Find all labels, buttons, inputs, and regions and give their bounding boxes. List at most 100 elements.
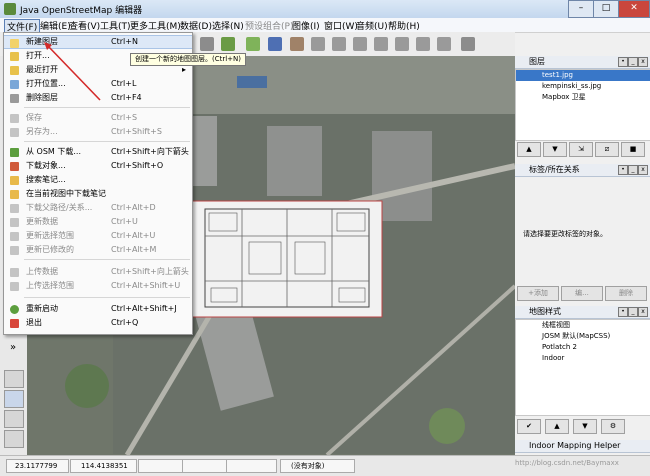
mapstyle-button-row: ✔ ▲ ▼ ⚙ xyxy=(517,419,648,434)
fuel-icon[interactable] xyxy=(311,37,325,51)
panel-collapse-icon[interactable]: _ xyxy=(628,165,638,175)
delete-layer-icon[interactable]: ■ xyxy=(621,142,645,157)
menu-item-label: 另存为... xyxy=(26,127,58,136)
menu-data[interactable]: 数据(D) xyxy=(178,19,214,32)
show-icon[interactable]: ⧄ xyxy=(595,142,619,157)
hospital-icon[interactable] xyxy=(395,37,409,51)
window-title: Java OpenStreetMap 编辑器 xyxy=(20,6,143,16)
menu-selection[interactable]: 选择(N) xyxy=(210,19,246,32)
refresh-icon[interactable] xyxy=(221,37,235,51)
menu-item-shortcut: Ctrl+Alt+Shift+U xyxy=(111,281,181,290)
menu-item-delete-layer[interactable]: 删除图层 Ctrl+F4 xyxy=(4,91,192,105)
style-row[interactable]: Indoor xyxy=(516,353,650,364)
tree-icon[interactable] xyxy=(437,37,451,51)
merge-icon[interactable]: ⇲ xyxy=(569,142,593,157)
menu-view[interactable]: 查看(V) xyxy=(67,19,102,32)
split-way-icon[interactable] xyxy=(200,37,214,51)
pencil-tool-icon[interactable] xyxy=(4,410,24,428)
mapstyle-panel-header[interactable]: 地图样式 • _ x xyxy=(515,306,650,319)
menu-item-open-location[interactable]: 打开位置... Ctrl+L xyxy=(4,77,192,91)
select-tool-icon[interactable] xyxy=(4,430,24,448)
close-button[interactable]: ✕ xyxy=(618,0,650,18)
layers-panel-header[interactable]: 图层 • _ x xyxy=(515,56,650,69)
add-tag-button[interactable]: +添加 xyxy=(517,286,559,301)
maximize-button[interactable]: □ xyxy=(593,0,619,18)
panel-settings-icon[interactable]: • xyxy=(618,57,628,67)
open-location-icon xyxy=(10,80,19,89)
panel-settings-icon[interactable]: • xyxy=(618,307,628,317)
style-row[interactable]: Potlatch 2 xyxy=(516,342,650,353)
delete-tag-label: 删除 xyxy=(619,289,633,297)
panel-close-icon[interactable]: x xyxy=(638,307,648,317)
menu-item-download-parent[interactable]: 下载父路径/关系... Ctrl+Alt+D xyxy=(4,201,192,215)
menu-item-update-selection[interactable]: 更新选择范围 Ctrl+Alt+U xyxy=(4,229,192,243)
layer-row[interactable]: kempinski_ss.jpg xyxy=(516,81,650,92)
style-name: Indoor xyxy=(542,354,565,362)
move-up-icon[interactable]: ▲ xyxy=(545,419,569,434)
factory-icon[interactable] xyxy=(461,37,475,51)
menu-item-update-modified[interactable]: 更新已修改的 Ctrl+Alt+M xyxy=(4,243,192,257)
move-up-icon[interactable]: ▲ xyxy=(517,142,541,157)
menu-item-label: 更新已修改的 xyxy=(26,245,74,254)
menu-audio[interactable]: 音频(U) xyxy=(354,19,390,32)
shop-icon[interactable] xyxy=(332,37,346,51)
menu-item-update-data[interactable]: 更新数据 Ctrl+U xyxy=(4,215,192,229)
layers-panel: 图层 • _ x test1.jpg kempinski_ss.jpg Mapb… xyxy=(515,56,650,157)
tag-tool-icon[interactable] xyxy=(4,390,24,408)
menu-item-download-object[interactable]: 下载对象... Ctrl+Shift+O xyxy=(4,159,192,173)
watermark-text: http://blog.csdn.net/Baymaxx xyxy=(515,459,619,467)
menu-item-label: 打开... xyxy=(26,51,50,60)
minimize-button[interactable]: – xyxy=(568,0,594,18)
move-down-icon[interactable]: ▼ xyxy=(543,142,567,157)
bus-stop-icon[interactable] xyxy=(353,37,367,51)
menu-item-new-layer[interactable]: 新建图层 Ctrl+N xyxy=(4,35,192,49)
parking-icon[interactable] xyxy=(268,37,282,51)
menu-item-save-as[interactable]: 另存为... Ctrl+Shift+S xyxy=(4,125,192,139)
menu-item-label: 更新选择范围 xyxy=(26,231,74,240)
menu-item-save[interactable]: 保存 Ctrl+S xyxy=(4,111,192,125)
school-icon[interactable] xyxy=(416,37,430,51)
satellite-layer-icon[interactable] xyxy=(246,37,260,51)
building-icon[interactable] xyxy=(290,37,304,51)
menu-presets[interactable]: 预设组合(P) xyxy=(243,19,295,32)
latitude-value: 23.1177799 xyxy=(15,462,58,470)
indoor-panel-header[interactable]: Indoor Mapping Helper xyxy=(515,440,650,453)
panel-collapse-icon[interactable]: _ xyxy=(628,307,638,317)
longitude-value: 114.4138351 xyxy=(81,462,128,470)
menu-help[interactable]: 帮助(H) xyxy=(386,19,422,32)
menu-item-download-osm[interactable]: 从 OSM 下载... Ctrl+Shift+向下箭头 xyxy=(4,145,192,159)
menu-item-exit[interactable]: 退出 Ctrl+Q xyxy=(4,316,192,330)
expand-icon[interactable]: » xyxy=(4,342,22,358)
style-name: Potlatch 2 xyxy=(542,343,577,351)
mapstyle-panel-title: 地图样式 xyxy=(529,307,561,316)
activate-style-icon[interactable]: ✔ xyxy=(517,419,541,434)
menu-item-download-notes[interactable]: 在当前视图中下载笔记 xyxy=(4,187,192,201)
note-tool-icon[interactable] xyxy=(4,370,24,388)
menu-item-upload-selection[interactable]: 上传选择范围 Ctrl+Alt+Shift+U xyxy=(4,279,192,293)
menu-separator xyxy=(24,297,190,298)
layer-row[interactable]: test1.jpg xyxy=(516,70,650,81)
menu-imagery[interactable]: 图像(I) xyxy=(290,19,322,32)
download-parent-icon xyxy=(10,204,19,213)
menu-item-shortcut: Ctrl+L xyxy=(111,79,137,88)
menu-item-upload[interactable]: 上传数据 Ctrl+Shift+向上箭头 xyxy=(4,265,192,279)
delete-tag-button[interactable]: 删除 xyxy=(605,286,647,301)
restaurant-icon[interactable] xyxy=(374,37,388,51)
menu-item-search-notes[interactable]: 搜索笔记... xyxy=(4,173,192,187)
layer-row[interactable]: Mapbox 卫星 xyxy=(516,92,650,103)
style-row[interactable]: JOSM 默认(MapCSS) xyxy=(516,331,650,342)
menu-item-label: 新建图层 xyxy=(26,37,58,46)
style-settings-icon[interactable]: ⚙ xyxy=(601,419,625,434)
tags-button-row: +添加 编... 删除 xyxy=(517,286,648,301)
panel-settings-icon[interactable]: • xyxy=(618,165,628,175)
panel-collapse-icon[interactable]: _ xyxy=(628,57,638,67)
edit-tag-button[interactable]: 编... xyxy=(561,286,603,301)
menu-more-tools[interactable]: 更多工具(M) xyxy=(128,19,183,32)
panel-close-icon[interactable]: x xyxy=(638,57,648,67)
style-row[interactable]: 线框视图 xyxy=(516,320,650,331)
panel-close-icon[interactable]: x xyxy=(638,165,648,175)
longitude-field: 114.4138351 xyxy=(70,459,137,473)
tags-panel-header[interactable]: 标签/所在关系 • _ x xyxy=(515,164,650,177)
move-down-icon[interactable]: ▼ xyxy=(573,419,597,434)
menu-item-restart[interactable]: 重新启动 Ctrl+Alt+Shift+J xyxy=(4,302,192,316)
